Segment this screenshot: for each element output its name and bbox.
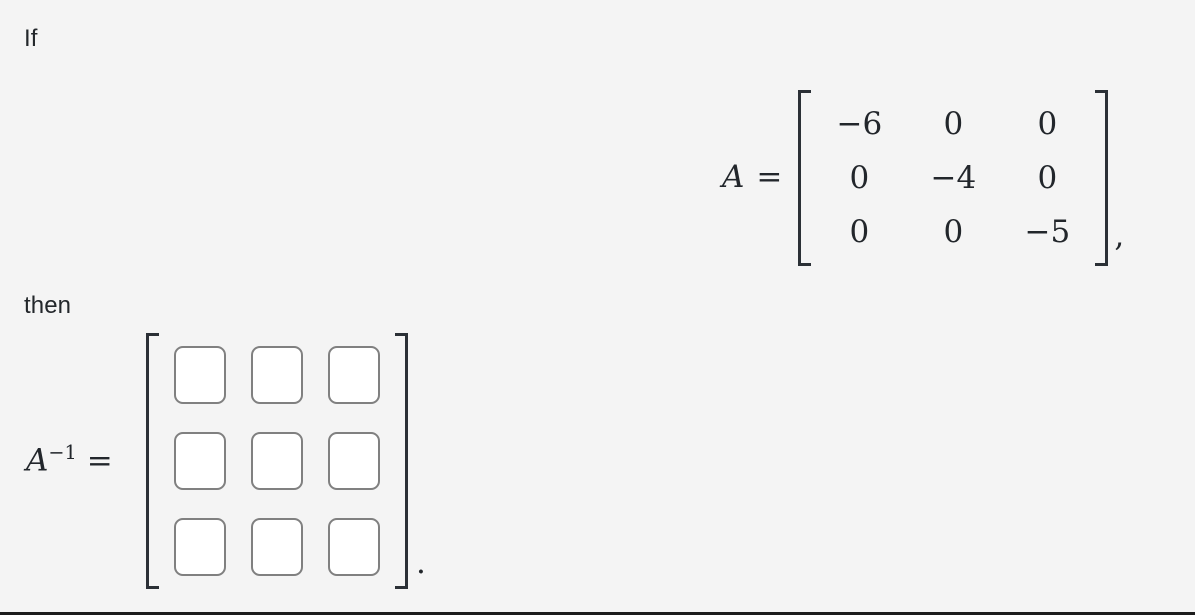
- matrix-a-cell-r1c3: 0: [1037, 105, 1058, 142]
- matrix-a-cell-r3c1: 0: [849, 213, 870, 250]
- equation-matrix-a: A = −6 0 0 0 −4 0 0 0 −5 ,: [722, 90, 1124, 266]
- matrix-a-cell-r2c3: 0: [1037, 159, 1058, 196]
- matrix-a-cell-r2c1: 0: [849, 159, 870, 196]
- equation-a-lhs: A =: [722, 158, 798, 195]
- matrix-a-grid: −6 0 0 0 −4 0 0 0 −5: [812, 90, 1094, 266]
- matrix-a-cell-r1c1: −6: [836, 105, 883, 142]
- answer-matrix-left-bracket: [146, 333, 160, 589]
- equals-sign: =: [756, 158, 783, 195]
- equation-a-inverse-period: .: [416, 545, 426, 581]
- matrix-a-cell-r3c2: 0: [943, 213, 964, 250]
- answer-matrix-right-bracket: [394, 333, 408, 589]
- matrix-a-cell-r2c2: −4: [930, 159, 977, 196]
- exponent-minus-one: −1: [48, 441, 77, 465]
- matrix-a-cell-r1c2: 0: [943, 105, 964, 142]
- matrix-a-left-bracket: [798, 90, 812, 266]
- equation-matrix-a-inverse: A−1 = .: [26, 333, 426, 589]
- answer-input-r2c3[interactable]: [328, 432, 380, 490]
- answer-input-r1c1[interactable]: [174, 346, 226, 404]
- matrix-a-cell-r3c3: −5: [1024, 213, 1071, 250]
- prose-if: If: [24, 25, 38, 52]
- equals-sign-inverse: =: [86, 442, 113, 479]
- answer-input-r1c2[interactable]: [251, 346, 303, 404]
- equation-a-comma: ,: [1114, 218, 1125, 254]
- matrix-a-right-bracket: [1094, 90, 1109, 266]
- equation-a-inverse-lhs: A−1 =: [26, 443, 146, 478]
- answer-input-r3c3[interactable]: [328, 518, 380, 576]
- answer-matrix-grid: [160, 333, 394, 589]
- problem-page: If A= −6 0 0 0 −4 0 0 0 −5 , then A−1=: [0, 0, 1195, 615]
- answer-input-r2c1[interactable]: [174, 432, 226, 490]
- answer-input-r1c3[interactable]: [328, 346, 380, 404]
- variable-a-inverse: A: [26, 442, 49, 479]
- prose-then: then: [24, 292, 72, 319]
- variable-a: A: [722, 158, 745, 195]
- answer-input-r2c2[interactable]: [251, 432, 303, 490]
- answer-input-r3c1[interactable]: [174, 518, 226, 576]
- answer-input-r3c2[interactable]: [251, 518, 303, 576]
